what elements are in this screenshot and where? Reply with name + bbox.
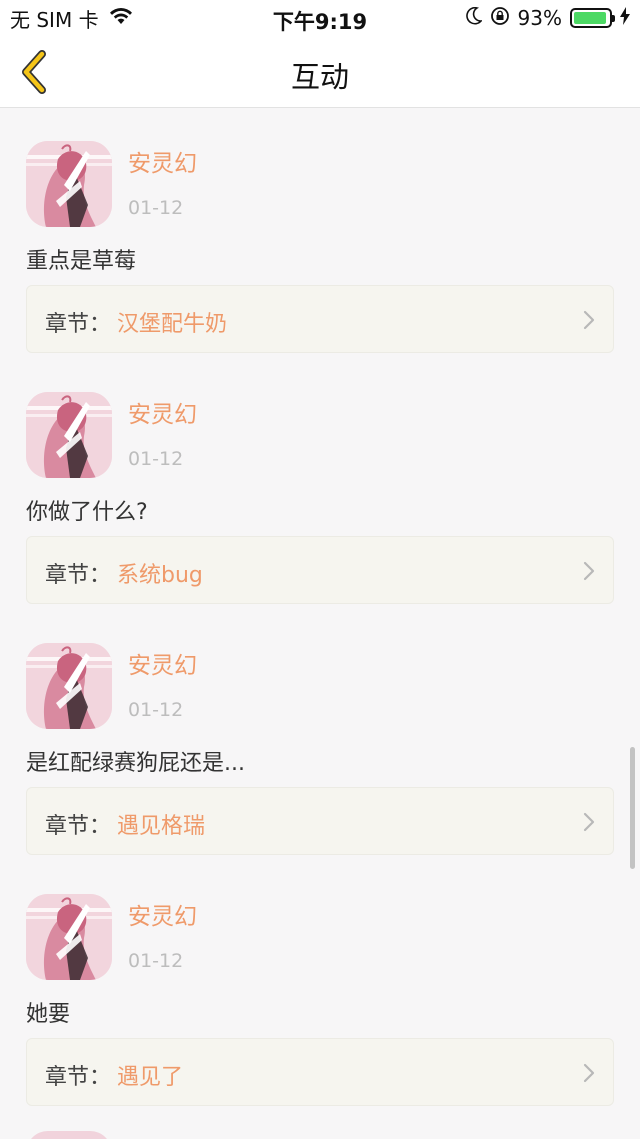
avatar[interactable] bbox=[26, 392, 112, 478]
avatar-image bbox=[26, 392, 112, 478]
comment-text: 你做了什么? bbox=[26, 500, 148, 525]
username[interactable]: 安灵幻 bbox=[128, 646, 197, 680]
chapter-name: 遇见了 bbox=[117, 1065, 184, 1090]
moon-icon bbox=[465, 6, 483, 30]
avatar-image bbox=[26, 141, 112, 227]
comment-text: 她要 bbox=[26, 1002, 71, 1027]
username[interactable]: 安灵幻 bbox=[128, 395, 197, 429]
avatar-image bbox=[26, 643, 112, 729]
comment-date: 01-12 bbox=[128, 950, 184, 972]
chapter-label: 章节： bbox=[45, 1065, 112, 1090]
chapter-link[interactable]: 章节： 系统bug bbox=[26, 536, 614, 604]
avatar-image bbox=[26, 894, 112, 980]
avatar[interactable] bbox=[26, 894, 112, 980]
comment-text: 重点是草莓 bbox=[26, 249, 137, 274]
chevron-right-icon bbox=[583, 1063, 595, 1083]
avatar[interactable] bbox=[26, 643, 112, 729]
charging-icon bbox=[620, 6, 630, 30]
chapter-name: 汉堡配牛奶 bbox=[117, 312, 228, 337]
comment-date: 01-12 bbox=[128, 197, 184, 219]
nav-bar: 互动 bbox=[0, 36, 640, 108]
username[interactable]: 安灵幻 bbox=[128, 144, 197, 178]
orientation-lock-icon bbox=[490, 6, 510, 31]
chevron-right-icon bbox=[583, 561, 595, 581]
chapter-label: 章节： bbox=[45, 814, 112, 839]
battery-level bbox=[574, 12, 606, 24]
comment-item: 安灵幻 01-12 重点是草莓 章节： 汉堡配牛奶 bbox=[0, 109, 640, 359]
chevron-right-icon bbox=[583, 310, 595, 330]
interaction-feed[interactable]: 安灵幻 01-12 重点是草莓 章节： 汉堡配牛奶 安灵幻 01-12 你做了什… bbox=[0, 109, 640, 1139]
page-title: 互动 bbox=[290, 60, 349, 94]
chevron-right-icon bbox=[583, 812, 595, 832]
chapter-name: 遇见格瑞 bbox=[117, 814, 206, 839]
chapter-label: 章节： bbox=[45, 563, 112, 588]
avatar[interactable] bbox=[26, 141, 112, 227]
battery-percent: 93% bbox=[517, 6, 562, 30]
comment-text: 是红配绿赛狗屁还是... bbox=[26, 751, 245, 776]
comment-item: 安灵幻 01-12 她要 章节： 遇见了 bbox=[0, 862, 640, 1112]
chapter-label: 章节： bbox=[45, 312, 112, 337]
status-right: 93% bbox=[458, 6, 630, 30]
comment-item: 安灵幻 01-12 是红配绿赛狗屁还是... 章节： 遇见格瑞 bbox=[0, 611, 640, 861]
chapter-name: 系统bug bbox=[117, 563, 203, 588]
avatar[interactable] bbox=[26, 1131, 112, 1139]
scrollbar[interactable] bbox=[630, 747, 635, 869]
comment-date: 01-12 bbox=[128, 699, 184, 721]
username[interactable]: 安灵幻 bbox=[128, 897, 197, 931]
chapter-link[interactable]: 章节： 遇见了 bbox=[26, 1038, 614, 1106]
comment-item: 安灵幻 01-12 你做了什么? 章节： 系统bug bbox=[0, 360, 640, 610]
chapter-link[interactable]: 章节： 遇见格瑞 bbox=[26, 787, 614, 855]
comment-date: 01-12 bbox=[128, 448, 184, 470]
chapter-link[interactable]: 章节： 汉堡配牛奶 bbox=[26, 285, 614, 353]
status-bar: 无 SIM 卡 下午9:19 93% bbox=[0, 0, 640, 36]
battery-icon bbox=[570, 8, 615, 28]
